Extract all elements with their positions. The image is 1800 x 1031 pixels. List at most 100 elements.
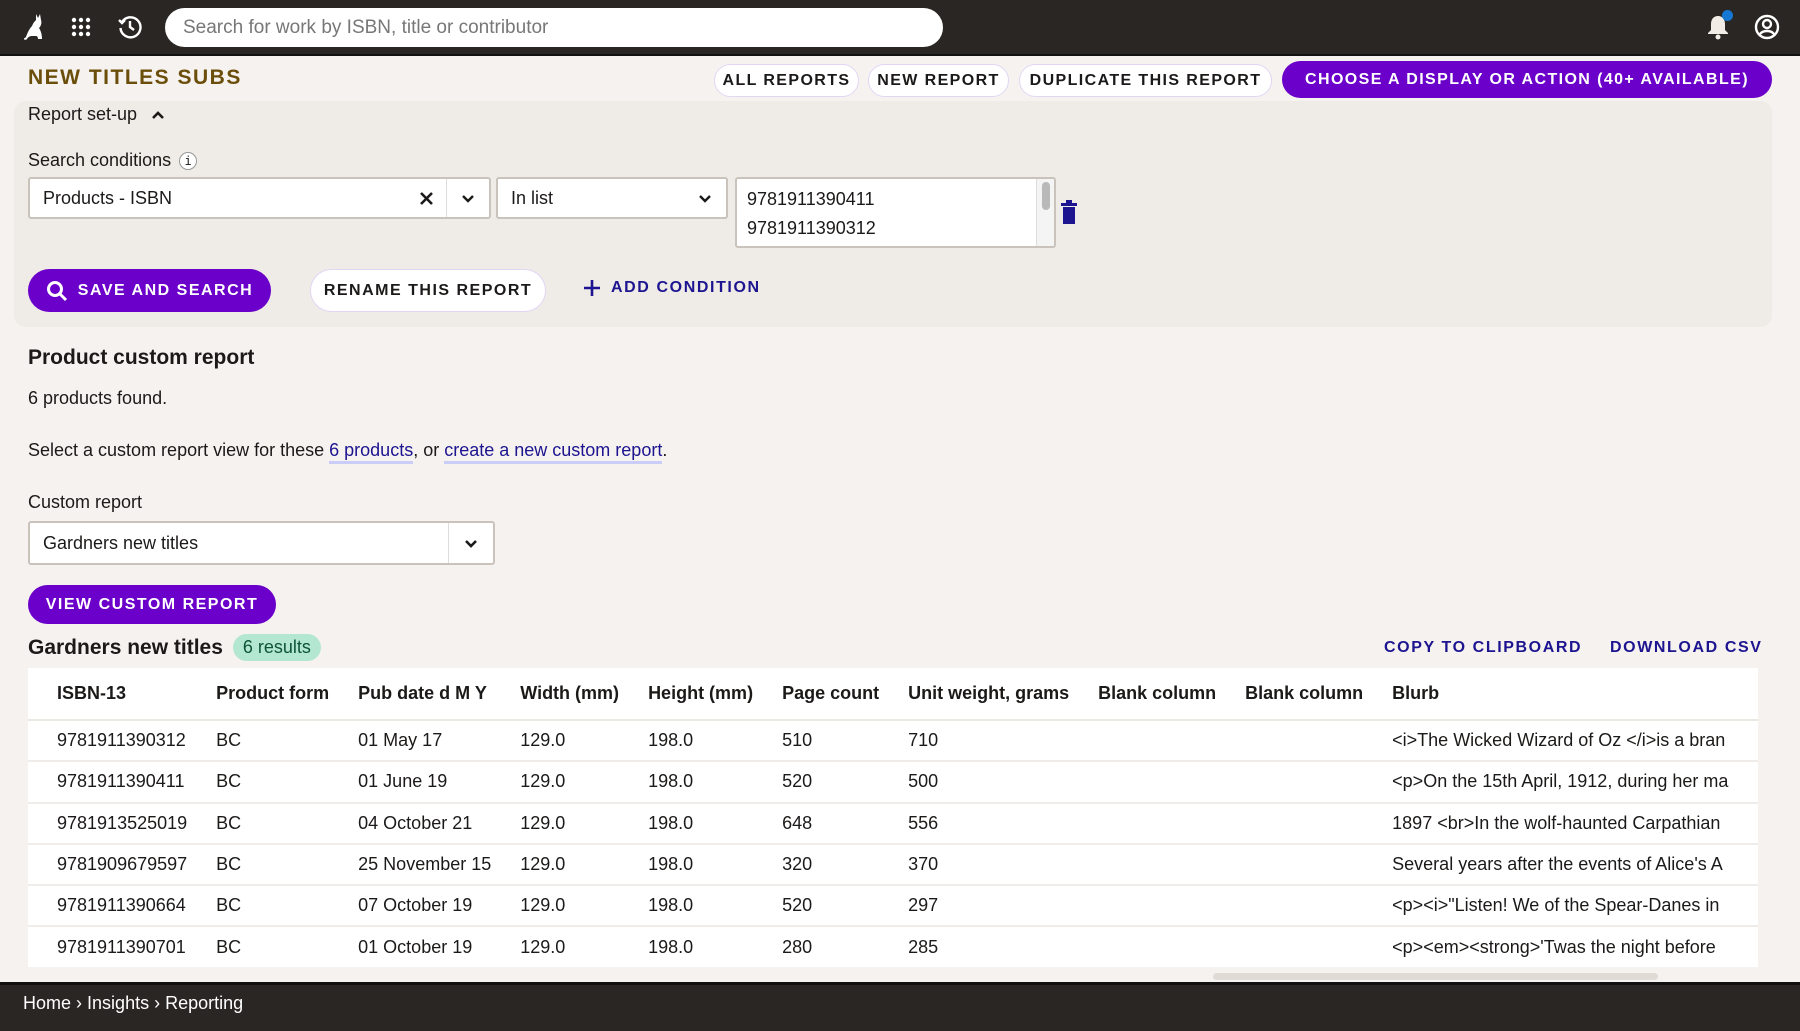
table-cell: 1897 <br>In the wolf-haunted Carpathian <box>1363 802 1758 845</box>
report-setup-toggle[interactable]: Report set-up <box>28 104 165 125</box>
breadcrumb-home[interactable]: Home <box>23 993 71 1013</box>
breadcrumb-separator: › <box>154 993 161 1013</box>
page-title: NEW TITLES SUBS <box>28 66 242 89</box>
rename-report-button[interactable]: RENAME THIS REPORT <box>310 269 546 312</box>
add-condition-button[interactable]: ADD CONDITION <box>583 279 761 297</box>
column-header[interactable]: Pub date d M Y <box>329 668 492 721</box>
clear-icon[interactable] <box>406 191 446 205</box>
table-cell: <p><em><strong>'Twas the night before <box>1363 926 1758 967</box>
custom-report-select[interactable]: Gardners new titles <box>28 521 495 565</box>
chevron-down-icon <box>449 539 493 548</box>
apps-grid-icon[interactable] <box>66 12 96 42</box>
search-conditions-label: Search conditions <box>28 150 172 170</box>
choose-display-action-button[interactable]: CHOOSE A DISPLAY OR ACTION (40+ AVAILABL… <box>1282 61 1772 98</box>
table-cell: 9781911390664 <box>28 885 188 928</box>
cat-logo-icon[interactable] <box>18 12 48 42</box>
table-cell: Several years after the events of Alice'… <box>1363 843 1758 887</box>
condition-value: 9781911390411 <box>747 189 875 209</box>
search-input[interactable] <box>183 16 943 39</box>
products-link[interactable]: 6 products <box>329 440 414 464</box>
results-heading: Gardners new titles 6 results <box>28 634 321 661</box>
table-cell: 129.0 <box>491 843 620 887</box>
table-cell: BC <box>187 802 330 845</box>
table-cell: 129.0 <box>491 761 620 804</box>
table-row[interactable]: 9781911390664 BC 07 October 19 129.0 198.0 52… <box>28 885 1758 928</box>
table-cell <box>1216 720 1364 763</box>
account-icon[interactable] <box>1752 12 1782 42</box>
table-cell: 280 <box>753 926 880 967</box>
breadcrumb-reporting[interactable]: Reporting <box>165 993 243 1013</box>
table-cell: <i>The Wicked Wizard of Oz </i>is a bran <box>1363 720 1758 763</box>
condition-field-select[interactable]: Products - ISBN <box>28 177 491 219</box>
table-row[interactable]: 9781911390312 BC 01 May 17 129.0 198.0 510 710… <box>28 720 1758 763</box>
condition-operator-value: In list <box>511 187 554 208</box>
column-header[interactable]: Blank column <box>1216 668 1364 721</box>
history-icon[interactable] <box>115 12 145 42</box>
condition-values-textarea[interactable]: 9781911390411 9781911390312 <box>735 177 1056 248</box>
view-custom-report-button[interactable]: VIEW CUSTOM REPORT <box>28 585 276 624</box>
condition-operator-select[interactable]: In list <box>496 177 728 219</box>
column-header[interactable]: Blank column <box>1069 668 1217 721</box>
table-row[interactable]: 9781911390411 BC 01 June 19 129.0 198.0 520 50… <box>28 761 1758 804</box>
column-header[interactable]: Product form <box>187 668 330 721</box>
scrollbar-thumb[interactable] <box>1042 182 1050 210</box>
notification-bell-icon[interactable] <box>1703 10 1733 42</box>
column-header[interactable]: Blurb <box>1363 668 1758 721</box>
table-cell: 556 <box>879 802 1070 845</box>
column-header[interactable]: Page count <box>753 668 880 721</box>
all-reports-button[interactable]: ALL REPORTS <box>714 64 859 97</box>
table-cell: 01 June 19 <box>329 761 492 804</box>
chevron-down-icon[interactable] <box>447 194 489 203</box>
create-custom-report-link[interactable]: create a new custom report <box>444 440 663 464</box>
table-cell: <p>On the 15th April, 1912, during her m… <box>1363 761 1758 804</box>
chevron-up-icon <box>152 110 164 119</box>
table-cell: BC <box>187 720 330 763</box>
select-prefix: Select a custom report view for these <box>28 440 330 460</box>
table-cell: 129.0 <box>491 802 620 845</box>
results-title: Gardners new titles <box>28 635 223 659</box>
table-cell <box>1069 761 1217 804</box>
top-bar <box>0 0 1800 56</box>
table-cell: BC <box>187 926 330 967</box>
table-cell: 198.0 <box>619 926 754 967</box>
table-cell: 198.0 <box>619 761 754 804</box>
table-cell: 370 <box>879 843 1070 887</box>
download-csv-button[interactable]: DOWNLOAD CSV <box>1610 639 1763 657</box>
delete-condition-icon[interactable] <box>1060 199 1078 225</box>
table-cell <box>1069 843 1217 887</box>
textarea-scrollbar[interactable] <box>1036 179 1054 246</box>
chevron-down-icon <box>684 194 726 203</box>
table-cell: 520 <box>753 761 880 804</box>
table-cell: 07 October 19 <box>329 885 492 928</box>
save-and-search-button[interactable]: SAVE AND SEARCH <box>28 269 271 312</box>
custom-report-value: Gardners new titles <box>43 532 199 553</box>
column-header[interactable]: ISBN-13 <box>28 668 188 721</box>
table-cell <box>1216 926 1364 967</box>
notification-dot <box>1722 10 1733 21</box>
table-cell: 129.0 <box>491 720 620 763</box>
table-cell: 198.0 <box>619 802 754 845</box>
global-search[interactable] <box>165 8 943 47</box>
duplicate-report-button[interactable]: DUPLICATE THIS REPORT <box>1019 64 1272 97</box>
breadcrumb-insights[interactable]: Insights <box>87 993 149 1013</box>
table-row[interactable]: 9781909679597 BC 25 November 15 129.0 198.0 3… <box>28 843 1758 887</box>
new-report-button[interactable]: NEW REPORT <box>868 64 1009 97</box>
save-and-search-label: SAVE AND SEARCH <box>77 281 254 299</box>
table-cell: 520 <box>753 885 880 928</box>
column-header[interactable]: Unit weight, grams <box>879 668 1070 721</box>
table-cell: BC <box>187 885 330 928</box>
table-cell <box>1069 720 1217 763</box>
table-cell <box>1216 885 1364 928</box>
table-row[interactable]: 9781911390701 BC 01 October 19 129.0 198.0 28… <box>28 926 1758 967</box>
condition-value: 9781911390312 <box>747 218 876 238</box>
footer-breadcrumb: Home › Insights › Reporting <box>0 982 1800 1031</box>
table-row[interactable]: 9781913525019 BC 04 October 21 129.0 198.0 64… <box>28 802 1758 845</box>
copy-to-clipboard-button[interactable]: COPY TO CLIPBOARD <box>1384 639 1582 657</box>
info-icon[interactable]: i <box>179 152 198 171</box>
table-cell: 710 <box>879 720 1070 763</box>
table-cell: 198.0 <box>619 885 754 928</box>
column-header[interactable]: Height (mm) <box>619 668 754 721</box>
table-cell: 9781911390312 <box>28 720 188 763</box>
column-header[interactable]: Width (mm) <box>491 668 620 721</box>
table-horizontal-scrollbar[interactable] <box>1213 973 1658 980</box>
